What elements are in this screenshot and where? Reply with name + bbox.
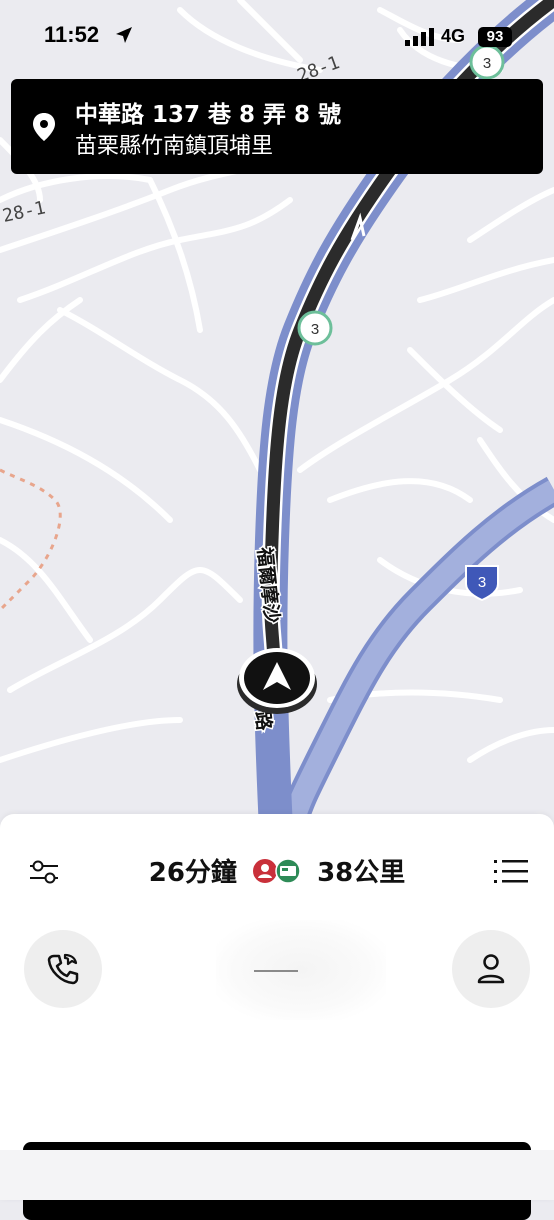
list-menu-icon[interactable] [494,858,528,886]
location-pin-icon [33,113,55,141]
rider-photo [216,920,386,1020]
signal-icon [405,28,434,46]
person-icon [477,954,505,984]
location-arrow-icon [116,27,132,43]
route-summary-row: 26分鐘 38公里 [0,828,554,888]
home-indicator-area [0,1150,554,1200]
trip-distance: 38公里 [317,858,406,888]
battery-indicator: 93 [478,27,512,47]
eta-distance: 26分鐘 38公里 [0,852,554,889]
highway-shield-middle: 3 [297,310,333,346]
rider-photo-mark [254,970,298,972]
svg-text:3: 3 [478,574,486,591]
status-time: 11:52 [44,22,100,47]
passenger-payment-icons [253,857,301,884]
phone-icon [47,953,79,985]
network-type: 4G [441,26,466,46]
trip-bottom-sheet: 26分鐘 38公里 [0,814,554,1220]
svg-text:3: 3 [311,321,319,338]
destination-area: 苗栗縣竹南鎮頂埔里 [75,134,274,159]
destination-banner[interactable]: 中華路 137 巷 8 弄 8 號 苗栗縣竹南鎮頂埔里 [11,79,543,174]
status-bar: 11:52 4G 93 [0,0,554,72]
rider-profile-button[interactable] [452,930,530,1008]
destination-address: 中華路 137 巷 8 弄 8 號 [75,102,342,128]
trip-duration: 26分鐘 [148,858,237,888]
vehicle-position-icon [237,648,317,714]
rider-card: 輸入行程費用 [0,906,554,1220]
call-rider-button[interactable] [24,930,102,1008]
